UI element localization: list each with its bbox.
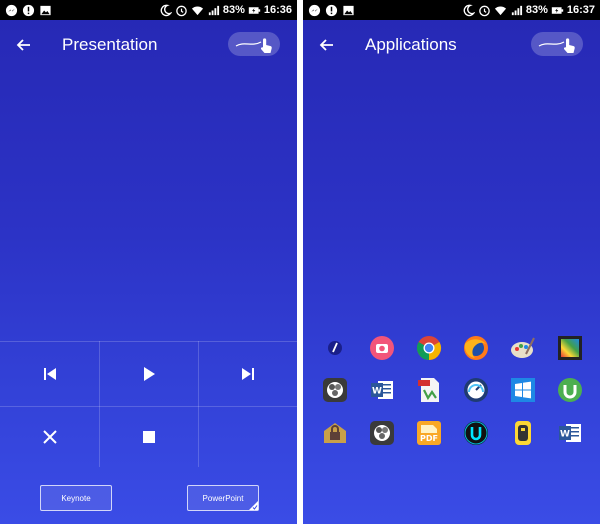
app-word-2[interactable]: W [556, 419, 584, 447]
clock: 16:36 [263, 4, 292, 16]
page-title: Presentation [62, 35, 158, 54]
word-icon: W [559, 424, 581, 442]
moon-icon [462, 4, 475, 17]
app-firefox[interactable] [462, 334, 490, 362]
aperture-icon [370, 421, 394, 445]
presentation-control-pad [0, 341, 297, 467]
gesture-toggle[interactable] [531, 32, 583, 56]
battery-charging-icon [551, 4, 564, 17]
usb-icon [515, 421, 531, 445]
app-bar: Applications [303, 20, 600, 70]
gesture-toggle[interactable] [228, 32, 280, 56]
chrome-icon [416, 336, 442, 360]
svg-text:W: W [560, 430, 570, 440]
messenger-icon [5, 4, 18, 17]
next-icon [241, 367, 254, 380]
app-pdf[interactable]: PDF [415, 419, 443, 447]
back-arrow-icon[interactable] [317, 35, 337, 55]
presentation-app-selector: Keynote PowerPoint [0, 467, 297, 524]
film-icon [558, 336, 582, 360]
status-bar: 83% 16:37 [303, 0, 600, 20]
stop-button[interactable] [99, 406, 198, 467]
alert-icon [22, 4, 35, 17]
previous-slide-button[interactable] [0, 341, 99, 406]
selected-check-icon [252, 505, 258, 510]
gesture-hand-icon [538, 38, 575, 53]
play-button[interactable] [99, 341, 198, 406]
clock: 16:37 [566, 4, 595, 16]
play-icon [143, 366, 155, 381]
alarm-icon [175, 4, 188, 17]
app-usb[interactable] [509, 419, 537, 447]
app-speed[interactable] [462, 376, 490, 404]
svg-text:W: W [372, 387, 382, 397]
applications-screen: 83% 16:37 Applications W PDF W [303, 0, 600, 524]
app-lock[interactable] [321, 419, 349, 447]
app-utorrent[interactable] [556, 376, 584, 404]
page-title: Applications [365, 35, 457, 54]
moon-icon [159, 4, 172, 17]
wifi-icon [494, 4, 507, 17]
battery-charging-icon [248, 4, 261, 17]
close-presentation-button[interactable] [0, 406, 99, 467]
signal-icon [207, 4, 220, 17]
app-zoom[interactable] [321, 334, 349, 362]
aperture-icon [323, 378, 347, 402]
speed-icon [464, 378, 488, 402]
app-paint[interactable] [509, 334, 537, 362]
svg-text:PDF: PDF [420, 434, 438, 443]
word-icon: W [371, 381, 393, 399]
gesture-hand-icon [235, 38, 272, 53]
presentation-screen: 83% 16:36 Presentation Keynote PowerPoin… [0, 0, 297, 524]
app-chrome[interactable] [415, 334, 443, 362]
app-camera[interactable] [368, 334, 396, 362]
app-bar: Presentation [0, 20, 297, 70]
battery-percent: 83% [222, 4, 245, 16]
camera-icon [370, 336, 394, 360]
pdf-icon: PDF [417, 421, 441, 445]
alert-icon [325, 4, 338, 17]
next-slide-button[interactable] [198, 341, 297, 406]
status-bar: 83% 16:36 [0, 0, 297, 20]
empty-control-cell [198, 406, 297, 467]
stop-icon [142, 430, 155, 443]
alarm-icon [478, 4, 491, 17]
back-arrow-icon[interactable] [14, 35, 34, 55]
app-u[interactable] [462, 419, 490, 447]
app-word[interactable]: W [368, 376, 396, 404]
keynote-button[interactable]: Keynote [40, 485, 112, 511]
app-aperture-2[interactable] [368, 419, 396, 447]
firefox-icon [464, 336, 488, 360]
app-windows[interactable] [509, 376, 537, 404]
windows-icon [511, 378, 535, 402]
messenger-icon [308, 4, 321, 17]
close-icon [42, 429, 57, 444]
utorrent-icon [558, 378, 582, 402]
app-aperture[interactable] [321, 376, 349, 404]
pdf-doc-icon [418, 378, 439, 402]
app-film[interactable] [556, 334, 584, 362]
previous-icon [43, 367, 56, 380]
signal-icon [510, 4, 523, 17]
image-icon [39, 4, 52, 17]
u-icon [464, 421, 488, 445]
wifi-icon [191, 4, 204, 17]
image-icon [342, 4, 355, 17]
zoom-icon [328, 341, 342, 355]
battery-percent: 83% [525, 4, 548, 16]
powerpoint-label: PowerPoint [202, 493, 244, 503]
lock-icon [324, 423, 346, 443]
powerpoint-button[interactable]: PowerPoint [187, 485, 259, 511]
app-pdf-doc[interactable] [415, 376, 443, 404]
paint-icon [511, 337, 535, 358]
